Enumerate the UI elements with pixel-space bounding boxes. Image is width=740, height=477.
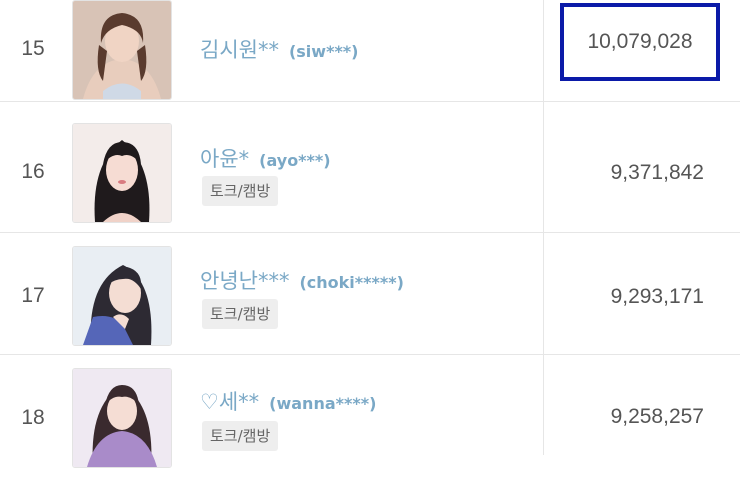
rank-number: 16 — [21, 160, 45, 183]
rank-number: 18 — [21, 406, 45, 429]
category-tag: 토크/캠방 — [202, 421, 279, 451]
streamer-name[interactable]: ♡세** — [200, 390, 259, 414]
score-value: 9,293,171 — [610, 285, 704, 308]
streamer-name-line[interactable]: ♡세** (wanna****) — [200, 386, 376, 416]
score-value: 10,079,028 — [587, 30, 693, 53]
ranking-table: 15 김시원** (siw***) 10,079,028 16 아윤* (ayo… — [0, 0, 740, 468]
avatar[interactable] — [72, 0, 172, 100]
streamer-name-line[interactable]: 안녕난*** (choki*****) — [200, 265, 404, 295]
avatar[interactable] — [72, 246, 172, 346]
streamer-name[interactable]: 안녕난*** — [200, 269, 289, 293]
avatar[interactable] — [72, 123, 172, 223]
streamer-name[interactable]: 김시원** — [200, 38, 279, 62]
avatar[interactable] — [72, 368, 172, 468]
score-value: 9,371,842 — [610, 161, 704, 184]
category-tag: 토크/캠방 — [202, 176, 279, 206]
streamer-id[interactable]: (choki*****) — [299, 273, 403, 292]
streamer-id[interactable]: (siw***) — [289, 42, 359, 61]
row-divider — [0, 101, 740, 102]
table-row: 17 안녕난*** (choki*****) 토크/캠방 9,293,171 — [0, 233, 740, 355]
category-tag: 토크/캠방 — [202, 299, 279, 329]
streamer-name-line[interactable]: 아윤* (ayo***) — [200, 143, 331, 173]
streamer-name-line[interactable]: 김시원** (siw***) — [200, 34, 358, 64]
streamer-id[interactable]: (wanna****) — [269, 394, 376, 413]
rank-number: 15 — [21, 37, 45, 60]
table-row: 16 아윤* (ayo***) 토크/캠방 9,371,842 — [0, 111, 740, 233]
rank-number: 17 — [21, 284, 45, 307]
score-value: 9,258,257 — [610, 405, 704, 428]
streamer-name[interactable]: 아윤* — [200, 147, 249, 171]
streamer-id[interactable]: (ayo***) — [259, 151, 330, 170]
table-row: 18 ♡세** (wanna****) 토크/캠방 9,258,257 — [0, 355, 740, 477]
